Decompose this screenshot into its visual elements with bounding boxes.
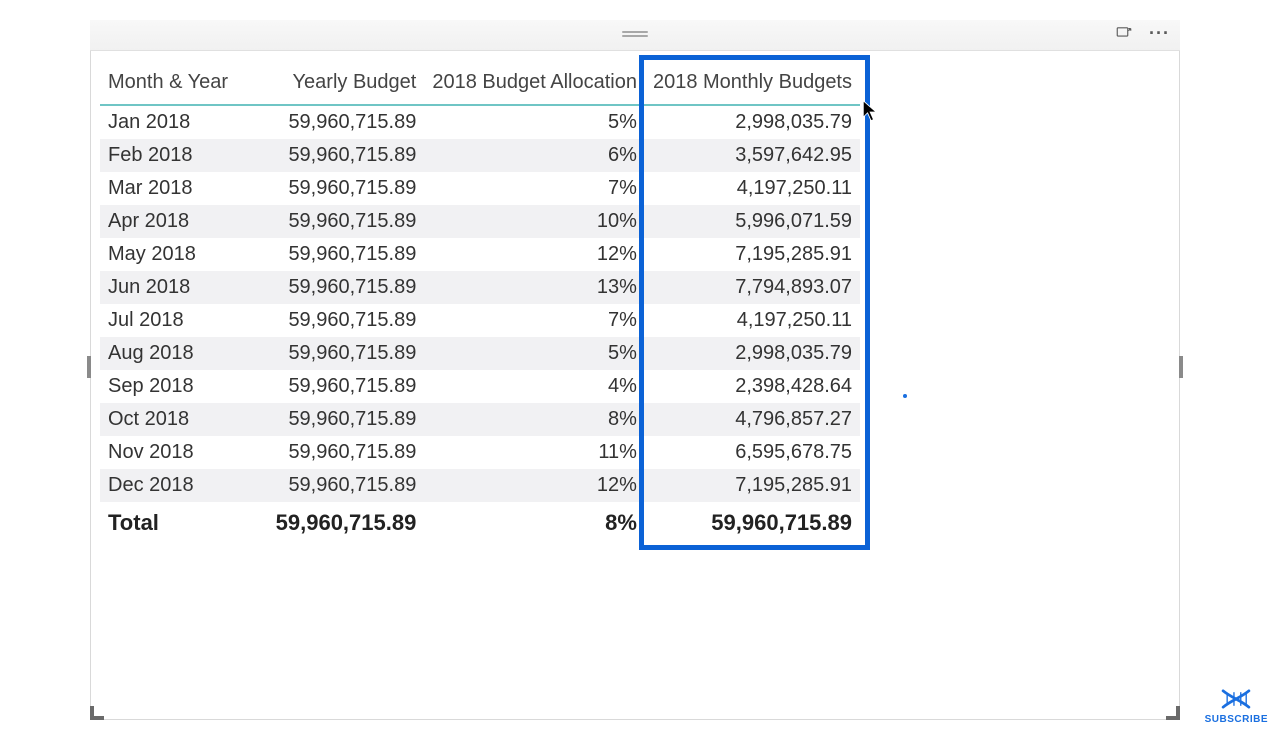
- table-row[interactable]: Jun 201859,960,715.8913%7,794,893.07: [100, 271, 860, 304]
- subscribe-label: SUBSCRIBE: [1205, 714, 1268, 725]
- table-total-row[interactable]: Total 59,960,715.89 8% 59,960,715.89: [100, 502, 860, 544]
- cell-yearly: 59,960,715.89: [239, 436, 425, 469]
- cell-alloc: 12%: [424, 238, 645, 271]
- table-row[interactable]: Sep 201859,960,715.894%2,398,428.64: [100, 370, 860, 403]
- blue-dot: [903, 394, 907, 398]
- cell-monthly: 7,195,285.91: [645, 469, 860, 502]
- col-header-month-year[interactable]: Month & Year: [100, 65, 239, 105]
- cell-yearly: 59,960,715.89: [239, 337, 425, 370]
- cell-monthly: 6,595,678.75: [645, 436, 860, 469]
- table-row[interactable]: Aug 201859,960,715.895%2,998,035.79: [100, 337, 860, 370]
- table-header-row[interactable]: Month & Year Yearly Budget 2018 Budget A…: [100, 65, 860, 105]
- cell-month: Mar 2018: [100, 172, 239, 205]
- budget-table[interactable]: Month & Year Yearly Budget 2018 Budget A…: [100, 65, 860, 544]
- cell-alloc: 10%: [424, 205, 645, 238]
- cell-monthly: 2,998,035.79: [645, 105, 860, 139]
- cell-monthly: 2,998,035.79: [645, 337, 860, 370]
- total-monthly: 59,960,715.89: [645, 502, 860, 544]
- visual-header: ···: [90, 20, 1180, 51]
- col-header-yearly-budget[interactable]: Yearly Budget: [239, 65, 425, 105]
- cell-month: Aug 2018: [100, 337, 239, 370]
- cell-month: Feb 2018: [100, 139, 239, 172]
- cell-month: Nov 2018: [100, 436, 239, 469]
- cell-month: Jan 2018: [100, 105, 239, 139]
- cell-yearly: 59,960,715.89: [239, 172, 425, 205]
- cell-month: Apr 2018: [100, 205, 239, 238]
- cell-month: Sep 2018: [100, 370, 239, 403]
- resize-handle-left[interactable]: [87, 356, 91, 378]
- table-row[interactable]: Jul 201859,960,715.897%4,197,250.11: [100, 304, 860, 337]
- cell-monthly: 4,796,857.27: [645, 403, 860, 436]
- table-row[interactable]: Jan 201859,960,715.895%2,998,035.79: [100, 105, 860, 139]
- cell-monthly: 3,597,642.95: [645, 139, 860, 172]
- cell-alloc: 13%: [424, 271, 645, 304]
- cell-monthly: 4,197,250.11: [645, 172, 860, 205]
- cell-alloc: 11%: [424, 436, 645, 469]
- cell-alloc: 7%: [424, 172, 645, 205]
- drag-grip-icon[interactable]: [622, 31, 648, 39]
- cell-yearly: 59,960,715.89: [239, 304, 425, 337]
- cell-monthly: 2,398,428.64: [645, 370, 860, 403]
- table-row[interactable]: Dec 201859,960,715.8912%7,195,285.91: [100, 469, 860, 502]
- total-alloc: 8%: [424, 502, 645, 544]
- cell-yearly: 59,960,715.89: [239, 238, 425, 271]
- table-row[interactable]: May 201859,960,715.8912%7,195,285.91: [100, 238, 860, 271]
- resize-handle-bottom-right[interactable]: [1166, 706, 1180, 720]
- cell-yearly: 59,960,715.89: [239, 139, 425, 172]
- cell-monthly: 7,794,893.07: [645, 271, 860, 304]
- more-options-icon[interactable]: ···: [1145, 23, 1174, 44]
- cell-yearly: 59,960,715.89: [239, 105, 425, 139]
- table-row[interactable]: Nov 201859,960,715.8911%6,595,678.75: [100, 436, 860, 469]
- table-row[interactable]: Oct 201859,960,715.898%4,796,857.27: [100, 403, 860, 436]
- resize-handle-right[interactable]: [1179, 356, 1183, 378]
- table-row[interactable]: Mar 201859,960,715.897%4,197,250.11: [100, 172, 860, 205]
- resize-handle-bottom-left[interactable]: [90, 706, 104, 720]
- cell-month: Jul 2018: [100, 304, 239, 337]
- cell-month: Oct 2018: [100, 403, 239, 436]
- cell-yearly: 59,960,715.89: [239, 469, 425, 502]
- focus-mode-icon[interactable]: [1113, 22, 1135, 44]
- col-header-allocation[interactable]: 2018 Budget Allocation: [424, 65, 645, 105]
- cell-monthly: 4,197,250.11: [645, 304, 860, 337]
- table-row[interactable]: Apr 201859,960,715.8910%5,996,071.59: [100, 205, 860, 238]
- cell-yearly: 59,960,715.89: [239, 370, 425, 403]
- cell-yearly: 59,960,715.89: [239, 403, 425, 436]
- cell-yearly: 59,960,715.89: [239, 205, 425, 238]
- cell-yearly: 59,960,715.89: [239, 271, 425, 304]
- table-row[interactable]: Feb 201859,960,715.896%3,597,642.95: [100, 139, 860, 172]
- cell-alloc: 5%: [424, 337, 645, 370]
- cell-alloc: 7%: [424, 304, 645, 337]
- cell-alloc: 6%: [424, 139, 645, 172]
- cell-alloc: 4%: [424, 370, 645, 403]
- cell-monthly: 7,195,285.91: [645, 238, 860, 271]
- total-label: Total: [100, 502, 239, 544]
- cell-alloc: 8%: [424, 403, 645, 436]
- total-yearly: 59,960,715.89: [239, 502, 425, 544]
- report-visual[interactable]: ··· Month & Year Yearly Budget 2018 Budg…: [90, 20, 1180, 720]
- cell-monthly: 5,996,071.59: [645, 205, 860, 238]
- col-header-monthly-budgets[interactable]: 2018 Monthly Budgets: [645, 65, 860, 105]
- subscribe-badge[interactable]: SUBSCRIBE: [1205, 686, 1268, 725]
- cell-month: Dec 2018: [100, 469, 239, 502]
- cell-month: May 2018: [100, 238, 239, 271]
- cell-alloc: 12%: [424, 469, 645, 502]
- cell-month: Jun 2018: [100, 271, 239, 304]
- cell-alloc: 5%: [424, 105, 645, 139]
- dna-icon: [1219, 686, 1253, 712]
